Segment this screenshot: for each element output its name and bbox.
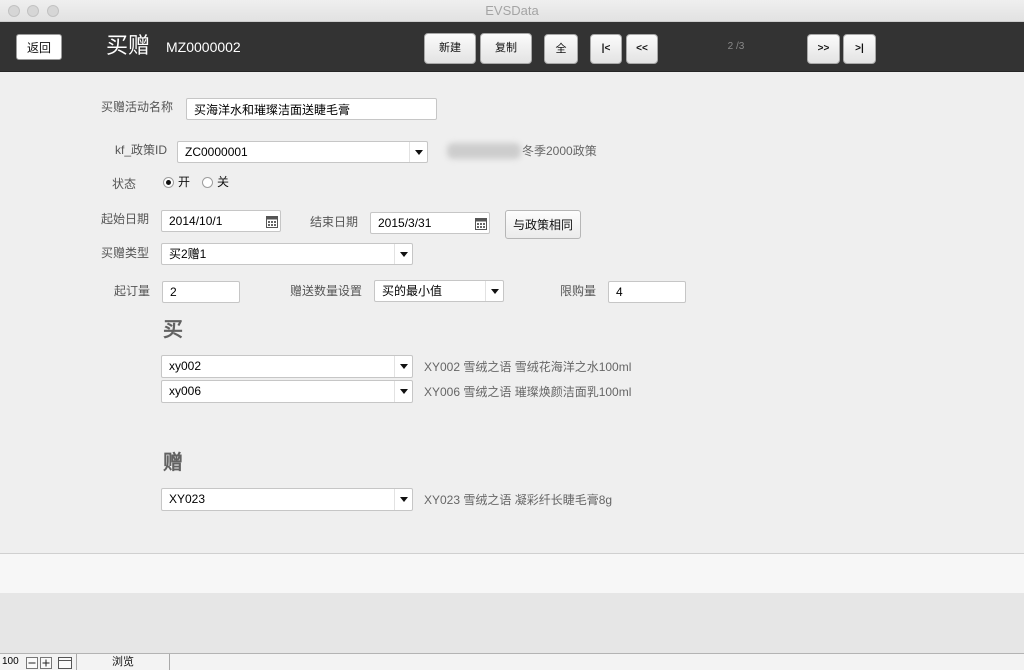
back-button[interactable]: 返回 bbox=[16, 34, 62, 60]
chevron-down-icon[interactable] bbox=[394, 381, 412, 402]
policy-id-label: kf_政策ID bbox=[115, 143, 168, 157]
record-counter: 2 /3 bbox=[727, 41, 745, 52]
record-id: MZ0000002 bbox=[166, 39, 241, 55]
buy-section-heading: 买 bbox=[163, 319, 183, 341]
blurred-redaction bbox=[447, 143, 521, 159]
activity-name-label: 买赠活动名称 bbox=[101, 100, 174, 114]
gift-item-dropdown[interactable]: XY023 bbox=[161, 488, 413, 511]
status-off-label[interactable]: 关 bbox=[217, 174, 229, 190]
end-date-label: 结束日期 bbox=[310, 215, 359, 229]
new-record-button[interactable]: 新建 bbox=[424, 33, 476, 64]
policy-id-value: ZC0000001 bbox=[185, 145, 248, 159]
last-record-button[interactable]: >| bbox=[843, 34, 876, 64]
status-on-label[interactable]: 开 bbox=[178, 174, 190, 190]
buy-item-code: xy006 bbox=[169, 384, 202, 398]
layout-header: 返回 买赠 MZ0000002 新建 复制 全 |< << 2 /3 >> >| bbox=[0, 22, 1024, 72]
next-record-button[interactable]: >> bbox=[807, 34, 840, 64]
layout-body: 买赠活动名称 kf_政策ID ZC0000001 冬季2000政策 状态 开 关… bbox=[0, 72, 1024, 553]
calendar-icon[interactable] bbox=[266, 215, 278, 228]
gift-item-code: XY023 bbox=[169, 492, 206, 506]
gift-type-label: 买赠类型 bbox=[101, 246, 150, 260]
end-date-input[interactable] bbox=[370, 212, 490, 234]
buy-item-code: xy002 bbox=[169, 359, 202, 373]
gift-qty-setting-label: 赠送数量设置 bbox=[290, 284, 363, 298]
previous-record-button[interactable]: << bbox=[626, 34, 658, 64]
layout-footer bbox=[0, 553, 1024, 593]
duplicate-record-button[interactable]: 复制 bbox=[480, 33, 532, 64]
gift-qty-setting-value: 买的最小值 bbox=[382, 284, 443, 298]
buy-item-dropdown[interactable]: xy006 bbox=[161, 380, 413, 403]
page-title: 买赠 bbox=[106, 33, 151, 58]
min-order-input[interactable] bbox=[162, 281, 240, 303]
window-titlebar: EVSData bbox=[0, 0, 1024, 22]
first-record-button[interactable]: |< bbox=[590, 34, 622, 64]
status-label: 状态 bbox=[112, 177, 137, 191]
start-date-field bbox=[161, 210, 281, 232]
chevron-down-icon[interactable] bbox=[394, 244, 412, 264]
start-date-label: 起始日期 bbox=[101, 212, 150, 226]
start-date-input[interactable] bbox=[161, 210, 281, 232]
purchase-limit-input[interactable] bbox=[608, 281, 686, 303]
purchase-limit-label: 限购量 bbox=[560, 284, 597, 298]
zoom-in-icon[interactable] bbox=[40, 656, 52, 670]
gift-type-value: 买2赠1 bbox=[169, 247, 207, 261]
status-off-radio[interactable] bbox=[202, 177, 213, 188]
zoom-out-icon[interactable] bbox=[26, 656, 38, 670]
layout-icon[interactable] bbox=[58, 656, 72, 670]
end-date-field bbox=[370, 212, 490, 234]
chevron-down-icon[interactable] bbox=[409, 142, 427, 162]
chevron-down-icon[interactable] bbox=[485, 281, 503, 301]
gift-type-dropdown[interactable]: 买2赠1 bbox=[161, 243, 413, 265]
gift-qty-setting-dropdown[interactable]: 买的最小值 bbox=[374, 280, 504, 302]
gift-section-heading: 赠 bbox=[163, 452, 183, 474]
status-bar: 100 浏览 bbox=[0, 653, 1024, 670]
buy-item-description: XY002 雪绒之语 雪绒花海洋之水100ml bbox=[424, 360, 632, 374]
chevron-down-icon[interactable] bbox=[394, 356, 412, 377]
show-all-button[interactable]: 全 bbox=[544, 34, 578, 64]
zoom-level[interactable]: 100 bbox=[2, 655, 19, 669]
buy-item-dropdown[interactable]: xy002 bbox=[161, 355, 413, 378]
chevron-down-icon[interactable] bbox=[394, 489, 412, 510]
min-order-label: 起订量 bbox=[114, 284, 151, 298]
status-on-radio[interactable] bbox=[163, 177, 174, 188]
policy-id-dropdown[interactable]: ZC0000001 bbox=[177, 141, 428, 163]
same-as-policy-button[interactable]: 与政策相同 bbox=[505, 210, 581, 239]
buy-item-description: XY006 雪绒之语 璀璨焕颜洁面乳100ml bbox=[424, 385, 632, 399]
window-title: EVSData bbox=[485, 3, 539, 18]
policy-name-text: 冬季2000政策 bbox=[522, 144, 597, 158]
activity-name-input[interactable] bbox=[186, 98, 437, 120]
calendar-icon[interactable] bbox=[475, 217, 487, 230]
gift-item-description: XY023 雪绒之语 凝彩纤长睫毛膏8g bbox=[424, 493, 613, 507]
mode-selector[interactable]: 浏览 bbox=[76, 654, 170, 670]
